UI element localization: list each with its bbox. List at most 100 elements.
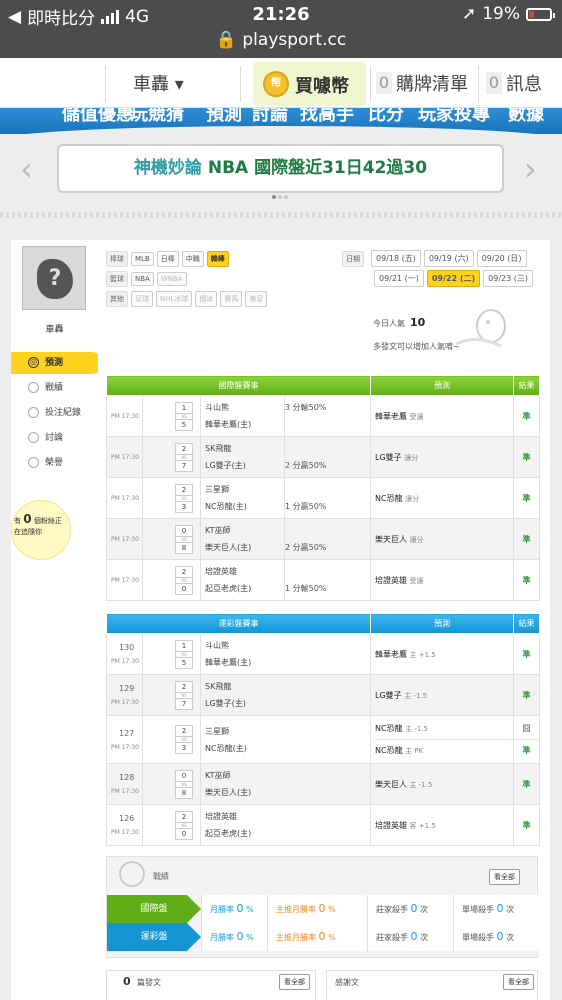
filter-mlb[interactable]: MLB [131,252,154,266]
result: 準 [513,395,540,437]
menu-item[interactable]: 玩競猜 [130,108,184,126]
teams: SK飛龍 LG雙子(主) [200,436,285,478]
sidebar-item-label: 討論 [45,433,64,443]
filter-soccer[interactable]: 足球 [131,291,153,307]
main-panel: 棒球 MLB 日棒 中職 韓棒 籃球 NBA WNBA 其他 足球 NHL冰球 … [98,240,550,1000]
lottery-row[interactable]: 126 PM 17:30 2 VS 0 培證英雄 起亞老虎(主) 培證英雄 客 +1.5 準 [106,804,540,846]
sidebar-item-record[interactable]: 戰績 [11,377,98,399]
result: 準 [513,674,540,716]
lottery-header-pred: 預測 [370,613,514,634]
date-tab[interactable]: 09/23 (三) [483,270,533,287]
avatar[interactable]: ? [22,246,86,310]
record-intl-tag[interactable]: 國際盤 [107,895,201,923]
score-box: 1 VS 5 [175,639,193,669]
menu-item[interactable]: 預測 [206,108,242,126]
popularity-hint: 多發文可以增加人氣唷~ [373,342,460,351]
intl-header-res: 結果 [513,375,540,396]
thanks-see-all-button[interactable]: 看全部 [503,974,534,990]
banner[interactable]: 神機妙論 NBA 國際盤近31日42過30 [57,144,504,193]
lottery-row[interactable]: 128 PM 17:30 0 VS 8 KT巫師 樂天巨人(主) 樂天巨人 主 -1.5 準 [106,763,540,805]
banner-text: NBA 國際盤近31日42過30 [201,158,428,178]
result: 準 [513,633,540,675]
prediction: 培證英雄 受讓 [370,559,514,601]
odds: 1 分輸50% [284,559,371,601]
teams: 培證英雄 起亞老虎(主) [200,804,371,846]
banner-prev-icon[interactable]: ‹ [20,150,33,188]
lottery-row[interactable]: 129 PM 17:30 2 VS 7 SK飛龍 LG雙子(主) LG雙子 主 -1.5 準 [106,674,540,716]
date-tab-selected[interactable]: 09/22 (二) [426,270,481,287]
status-right: ➚ 19% [462,4,555,24]
filter-wnba[interactable]: WNBA [156,272,187,286]
menu-item[interactable]: 比分 [368,108,404,126]
menu-item[interactable]: 找高手 [300,108,354,126]
date-tab[interactable]: 09/21 (一) [374,270,424,287]
intl-row[interactable]: PM 17:30 2 VS 3 三星獅 NC恐龍(主) 1 分贏50% NC恐龍 讓分準 [106,477,540,519]
filter-khl[interactable]: 俄冰 [195,291,218,307]
buy-coin-button[interactable]: 幣 買噱幣 [253,62,366,106]
filter-nhl[interactable]: NHL冰球 [156,291,193,307]
lottery-row[interactable]: 130 PM 17:30 1 VS 5 斗山熊 韓華老鷹(主) 韓華老鷹 主 +1.5 準 [106,633,540,675]
cart-link[interactable]: 購牌清單 [396,70,468,96]
lottery-table: 運彩盤賽事 預測 結果 130 PM 17:30 1 VS 5 斗山熊 韓華老鷹(主) 韓華老鷹 … [106,613,540,846]
date-tab[interactable]: 09/20 (日) [476,250,527,267]
odds: 3 分輸50% [284,395,371,437]
record-lottery-tag[interactable]: 運彩盤 [107,923,201,951]
fans-bulb: 有 0 個粉絲正 在追隨你 [11,500,81,570]
sidebar-item-discuss[interactable]: 討論 [11,427,98,449]
filter-label: 籃球 [106,271,128,287]
filter-nfl[interactable]: 美足 [245,291,268,307]
game-time: PM 17:30 [106,518,143,560]
intl-header-game: 國際盤賽事 [106,375,371,396]
odds: 2 分贏50% [284,518,371,560]
lottery-row[interactable]: 127 PM 17:30 2 VS 3 三星獅 NC恐龍(主) NC恐龍 主 -1.5 NC恐龍… [106,715,540,764]
filter-kbo[interactable]: 韓棒 [206,251,229,267]
filter-horse[interactable]: 賽馬 [220,291,243,307]
date-row-2: 09/21 (一) 09/22 (二) 09/23 (三) [374,270,533,287]
user-menu[interactable]: 車轟 ▾ [133,70,184,96]
fans-count: 0 [23,512,32,526]
lottery-header-res: 結果 [513,613,540,634]
intl-row[interactable]: PM 17:30 1 VS 5 斗山熊 韓華老鷹(主) 3 分輸50% 韓華老鷹 受讓準 [106,395,540,437]
teams: 三星獅 NC恐龍(主) [200,715,371,764]
menu-item[interactable]: 數據 [508,108,544,126]
filter-nba[interactable]: NBA [131,272,154,286]
score-box: 2 VS 7 [175,680,193,710]
intl-row[interactable]: PM 17:30 2 VS 0 培證英雄 起亞老虎(主) 1 分輸50% 培證英雄 受讓準 [106,559,540,601]
menu-item[interactable]: 討論 [252,108,288,126]
messages-link[interactable]: 訊息 [506,70,542,96]
date-tab[interactable]: 09/19 (六) [423,250,474,267]
intl-row[interactable]: PM 17:30 0 VS 8 KT巫師 樂天巨人(主) 2 分贏50% 樂天巨人 讓分準 [106,518,540,560]
filter-cpbl[interactable]: 中職 [181,251,204,267]
posts-see-all-button[interactable]: 看全部 [279,974,310,990]
sidebar-item-honor[interactable]: 榮譽 [11,452,98,474]
filter-label: 棒球 [106,251,128,267]
sidebar-item-predict[interactable]: ◎ 預測 [11,352,103,374]
posts-count: 0 [123,975,131,988]
result: 囧準 [513,715,540,764]
popularity: 今日人氣 10 [373,316,425,329]
game-time: 130 PM 17:30 [106,633,143,675]
intl-row[interactable]: PM 17:30 2 VS 7 SK飛龍 LG雙子(主) 2 分贏50% LG雙子 讓分準 [106,436,540,478]
intl-header-pred: 預測 [370,375,514,396]
record-see-all-button[interactable]: 看全部 [489,869,520,885]
filter-label: 其他 [106,291,128,307]
menu-item[interactable]: 玩家投專 [418,108,490,126]
sidebar-item-bet-history[interactable]: 投注紀錄 [11,402,98,424]
url-bar[interactable]: 🔒 playsport.cc [0,30,562,50]
chat-icon [28,382,39,393]
coin-icon: 幣 [263,71,289,97]
teams: KT巫師 樂天巨人(主) [200,518,285,560]
prediction: NC恐龍 讓分 [370,477,514,519]
buy-coin-label: 買噱幣 [295,76,349,97]
posts-box: 0 篇發文 看全部 [106,970,316,1000]
score-box: 2 VS 0 [175,810,193,840]
prediction: 韓華老鷹 主 +1.5 [370,633,514,675]
date-tab[interactable]: 09/18 (五) [371,250,421,267]
odds: 2 分贏50% [284,436,371,478]
date-label: 日期 [342,250,364,267]
score-box: 0 VS 8 [175,769,193,799]
menu-item[interactable]: 儲值優惠 [62,108,134,126]
fans-text: 有 0 個粉絲正 在追隨你 [14,512,62,536]
filter-npb[interactable]: 日棒 [156,251,179,267]
banner-next-icon[interactable]: › [524,150,537,188]
